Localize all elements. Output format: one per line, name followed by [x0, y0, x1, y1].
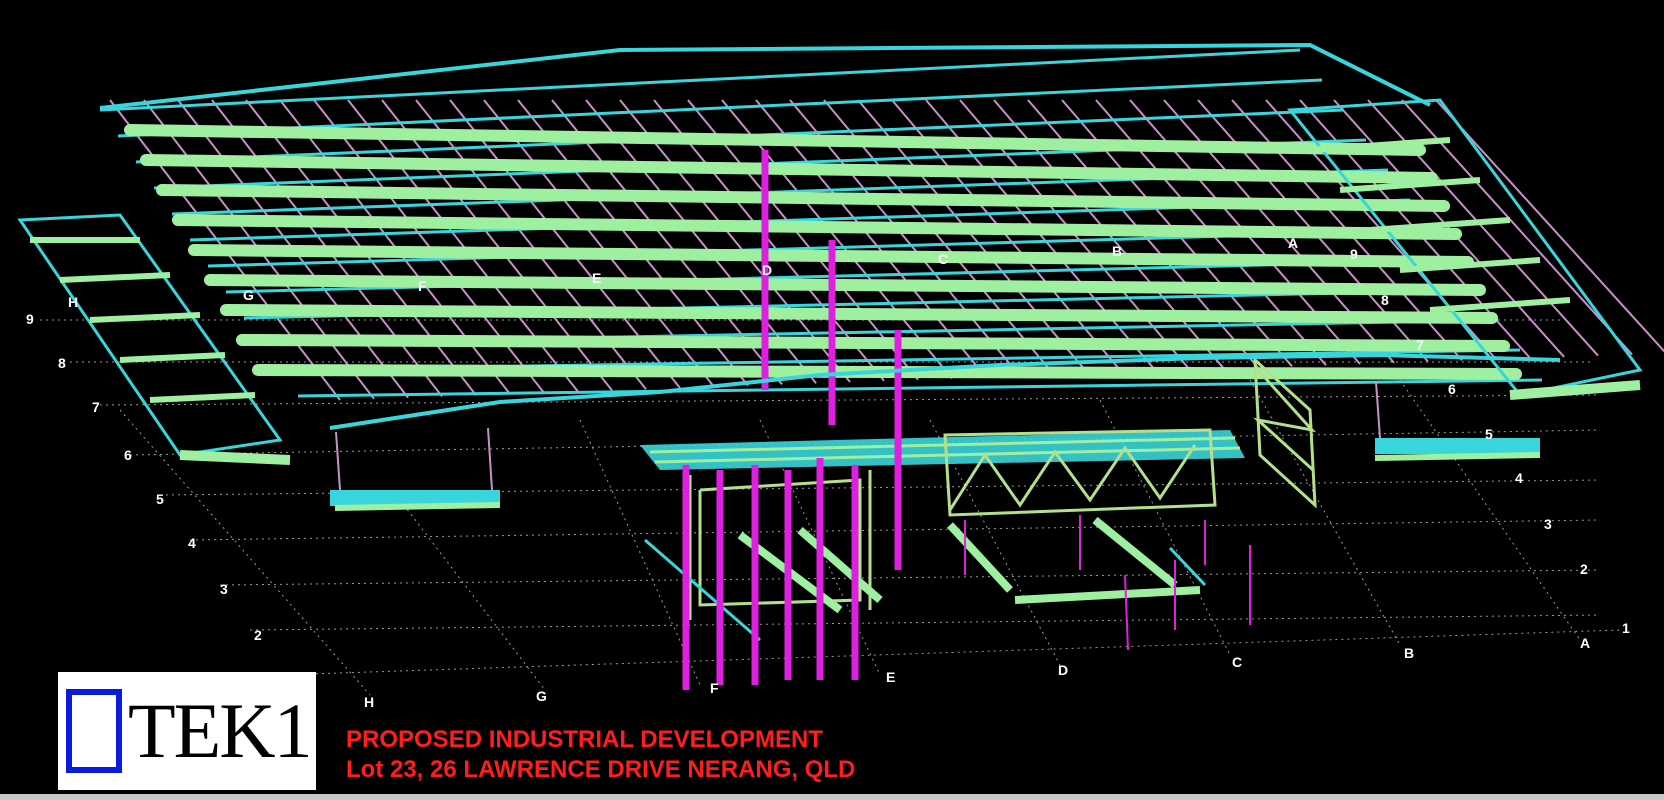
roof-beam — [220, 304, 1498, 324]
grid-number-right: 4 — [1515, 470, 1523, 486]
grid-number-left: 3 — [220, 581, 228, 597]
grid-number-roof: 9 — [1350, 246, 1358, 262]
purlin — [99, 48, 1301, 112]
grid-number-left: 8 — [58, 355, 66, 371]
project-address: Lot 23, 26 LAWRENCE DRIVE NERANG, QLD — [346, 756, 856, 783]
grid-letter-roof: G — [243, 287, 254, 303]
small-canopy-left — [330, 427, 501, 511]
grid-number-right: 1 — [1622, 620, 1630, 636]
grid-letter-bottom: F — [710, 680, 719, 696]
cyan-lower-rails — [644, 538, 1207, 642]
cad-viewport: 9 8 7 6 5 4 3 2 6 5 4 3 2 1 H G F E D C B A H G F E D C B A 9 8 7 TEK1 P… — [0, 0, 1664, 800]
grid-letter-bottom: E — [886, 669, 895, 685]
grid-letter-roof: E — [592, 270, 601, 286]
grid-letter-roof: B — [1112, 243, 1122, 259]
bottom-strip — [0, 794, 1664, 800]
tek1-logo: TEK1 — [58, 672, 316, 790]
grid-number-left: 7 — [92, 399, 100, 415]
grid-number-right: 2 — [1580, 561, 1588, 577]
mezzanine-deck — [640, 430, 1245, 470]
roof-beam — [236, 334, 1510, 352]
purlin — [297, 378, 1543, 398]
grid-letter-roof: H — [68, 294, 78, 310]
grid-number-roof: 7 — [1416, 337, 1424, 353]
grid-letter-roof: A — [1288, 235, 1298, 251]
grid-number-right: 6 — [1448, 381, 1456, 397]
project-title: PROPOSED INDUSTRIAL DEVELOPMENT — [346, 726, 823, 753]
grid-letter-bottom: A — [1580, 635, 1590, 651]
grid-number-right: 5 — [1485, 426, 1493, 442]
grid-number-left: 5 — [156, 491, 164, 507]
blue-square-icon — [66, 689, 122, 773]
logo-text: TEK1 — [128, 687, 313, 774]
grid-letter-bottom: C — [1232, 654, 1242, 670]
grid-letter-roof: D — [762, 262, 772, 278]
roof-beam — [172, 214, 1462, 240]
roof-beam — [156, 184, 1450, 212]
grid-letter-bottom: B — [1404, 645, 1414, 661]
grid-letter-bottom: H — [364, 694, 374, 710]
roof-beams — [124, 124, 1522, 380]
grid-number-left: 2 — [254, 627, 262, 643]
grid-number-left: 6 — [124, 447, 132, 463]
grid-number-roof: 8 — [1381, 292, 1389, 308]
lower-beams — [737, 516, 1201, 614]
grid-letter-bottom: G — [536, 688, 547, 704]
grid-number-right: 3 — [1544, 516, 1552, 532]
grid-number-left: 4 — [188, 535, 196, 551]
grid-letter-bottom: D — [1058, 662, 1068, 678]
grid-letter-roof: C — [938, 251, 948, 267]
grid-number-left: 9 — [26, 311, 34, 327]
grid-letter-roof: F — [418, 278, 427, 294]
